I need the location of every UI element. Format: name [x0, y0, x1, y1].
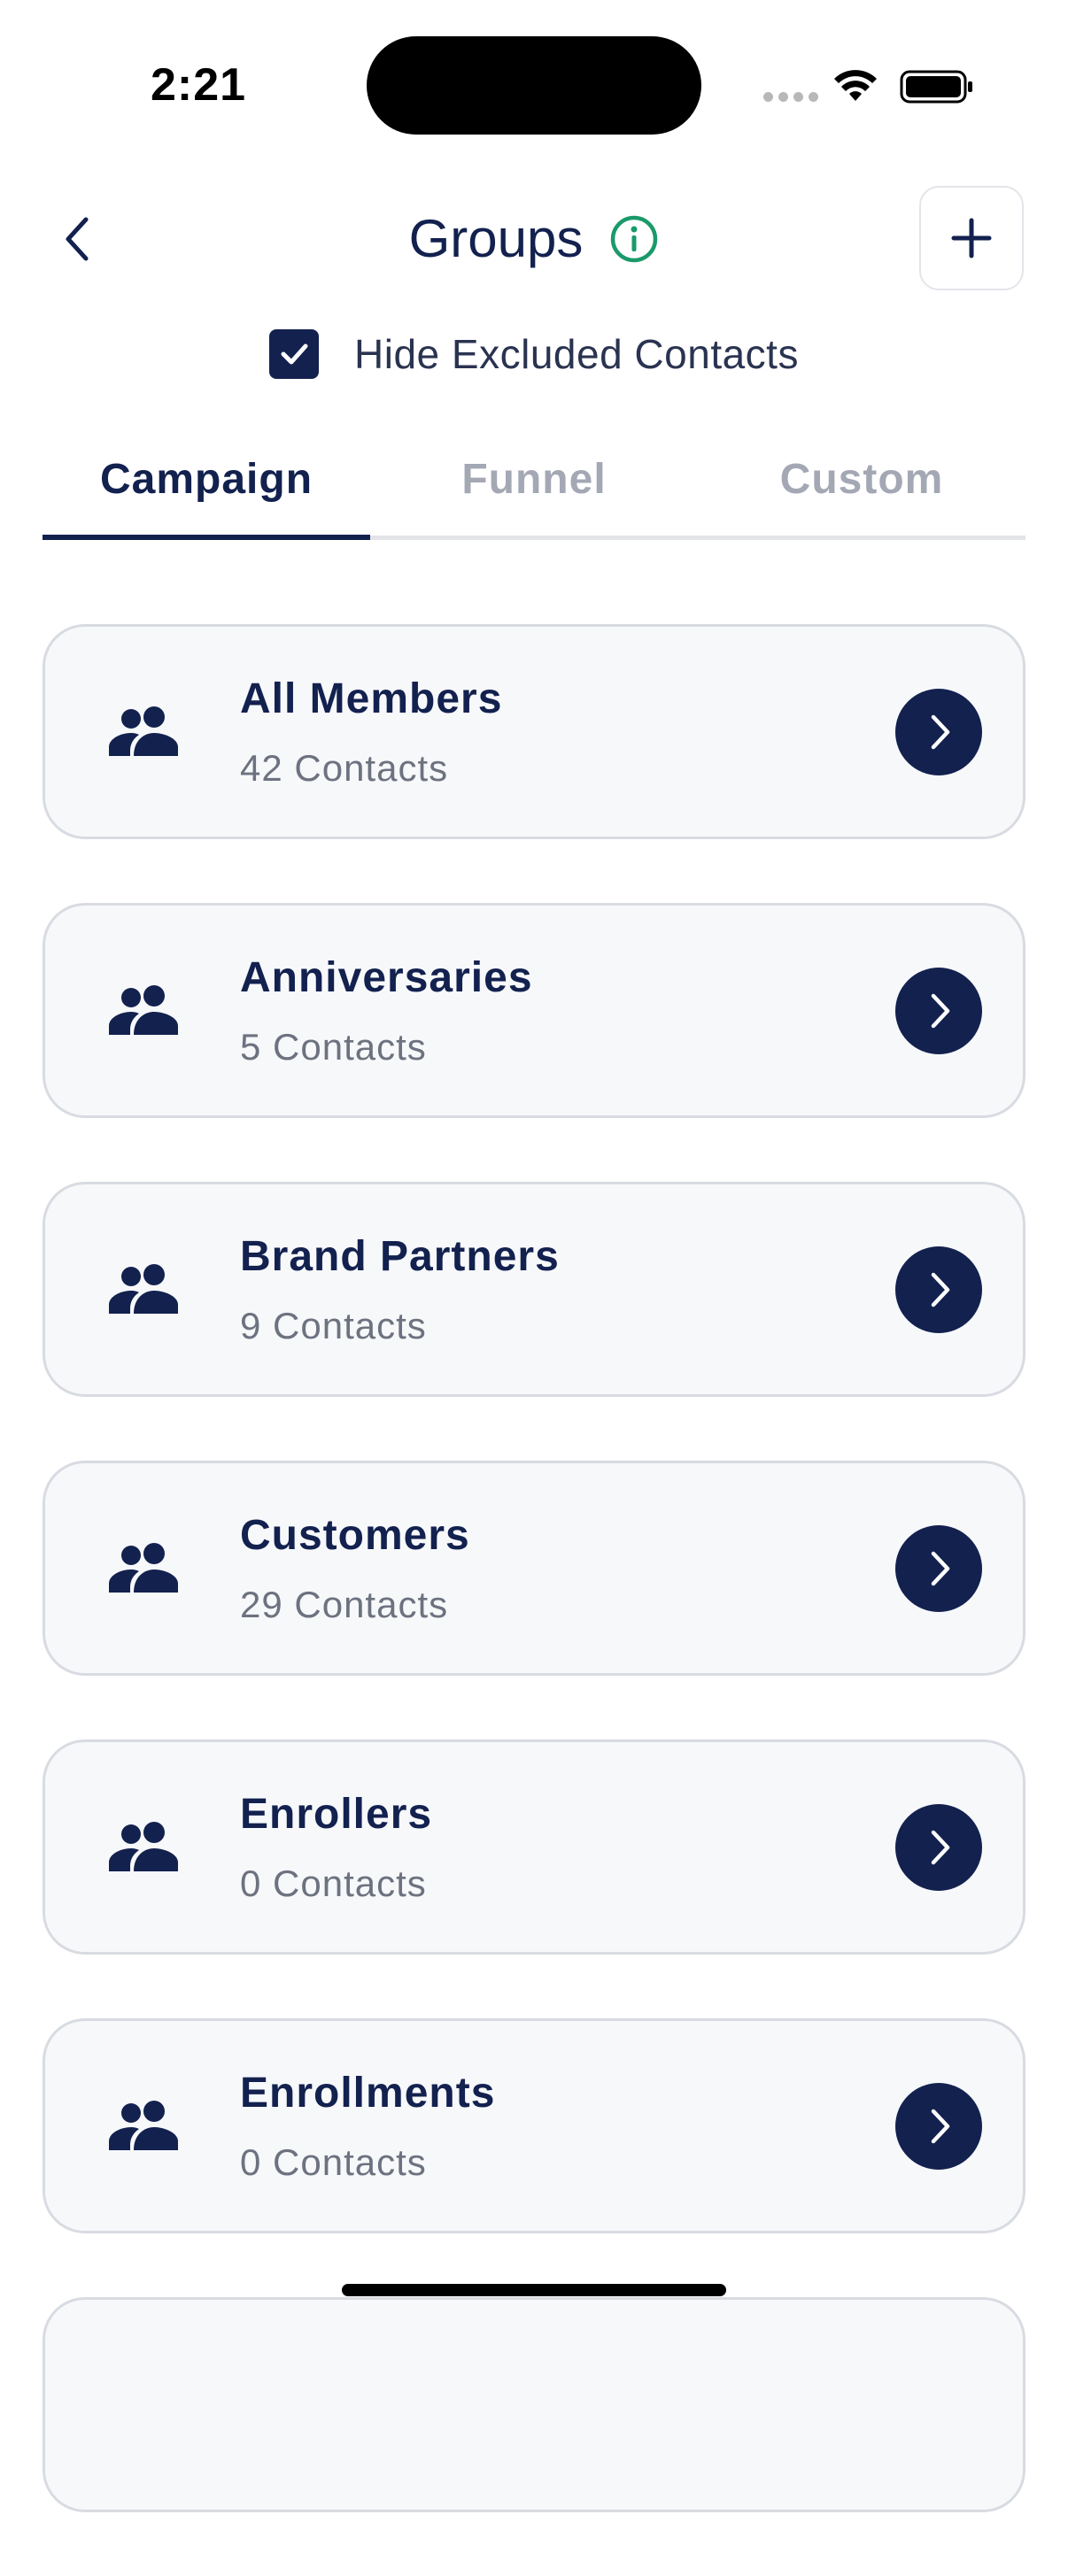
group-count: 29 Contacts	[240, 1584, 449, 1625]
group-name: All Members	[240, 675, 503, 722]
group-name: Enrollers	[240, 1791, 433, 1838]
group-name: Brand Partners	[240, 1233, 560, 1280]
wifi-icon	[834, 70, 877, 101]
tab-campaign[interactable]: Campaign	[43, 443, 370, 540]
hide-excluded-row: Hide Excluded Contacts	[0, 329, 1068, 379]
people-icon	[109, 1264, 178, 1314]
plus-icon	[951, 218, 992, 258]
people-icon	[109, 1543, 178, 1593]
group-card-all-members[interactable]: All Members 42 Contacts	[43, 624, 1025, 839]
group-count: 42 Contacts	[240, 747, 449, 789]
people-icon	[109, 1822, 178, 1871]
open-group-button[interactable]	[895, 689, 982, 775]
tab-custom[interactable]: Custom	[698, 443, 1025, 540]
group-card-partial[interactable]	[43, 2297, 1025, 2512]
group-type-tabs: Campaign Funnel Custom	[43, 443, 1025, 540]
group-count: 0 Contacts	[240, 1863, 427, 1904]
checkmark-icon	[281, 343, 308, 365]
hide-excluded-checkbox[interactable]	[269, 329, 320, 379]
add-group-button[interactable]	[919, 186, 1024, 290]
people-icon	[109, 985, 178, 1035]
group-card-brand-partners[interactable]: Brand Partners 9 Contacts	[43, 1182, 1025, 1397]
chevron-right-icon	[931, 993, 950, 1029]
group-name: Customers	[240, 1512, 470, 1559]
title-wrap: Groups	[0, 208, 1068, 269]
info-icon[interactable]	[609, 214, 659, 264]
group-card-enrollments[interactable]: Enrollments 0 Contacts	[43, 2018, 1025, 2233]
page-title: Groups	[408, 209, 584, 268]
status-time: 2:21	[151, 59, 247, 111]
group-count: 5 Contacts	[240, 1026, 427, 1068]
open-group-button[interactable]	[895, 1246, 982, 1333]
group-card-anniversaries[interactable]: Anniversaries 5 Contacts	[43, 903, 1025, 1118]
open-group-button[interactable]	[895, 1525, 982, 1612]
group-name: Enrollments	[240, 2070, 496, 2117]
tab-funnel[interactable]: Funnel	[370, 443, 698, 540]
hide-excluded-label: Hide Excluded Contacts	[354, 331, 799, 377]
chevron-right-icon	[931, 714, 950, 750]
dynamic-island	[367, 36, 701, 135]
open-group-button[interactable]	[895, 2083, 982, 2170]
status-bar: 2:21	[0, 0, 1068, 168]
group-name: Anniversaries	[240, 954, 533, 1001]
home-indicator	[342, 2284, 726, 2296]
group-count: 9 Contacts	[240, 1305, 427, 1346]
cellular-signal-icon	[763, 92, 818, 102]
header: Groups	[0, 186, 1068, 292]
group-card-enrollers[interactable]: Enrollers 0 Contacts	[43, 1739, 1025, 1955]
group-count: 0 Contacts	[240, 2141, 427, 2183]
battery-icon	[900, 70, 972, 104]
chevron-right-icon	[931, 2109, 950, 2144]
chevron-right-icon	[931, 1830, 950, 1865]
group-card-customers[interactable]: Customers 29 Contacts	[43, 1461, 1025, 1676]
people-icon	[109, 2101, 178, 2150]
people-icon	[109, 706, 178, 756]
chevron-right-icon	[931, 1551, 950, 1586]
chevron-right-icon	[931, 1272, 950, 1307]
open-group-button[interactable]	[895, 968, 982, 1054]
open-group-button[interactable]	[895, 1804, 982, 1891]
